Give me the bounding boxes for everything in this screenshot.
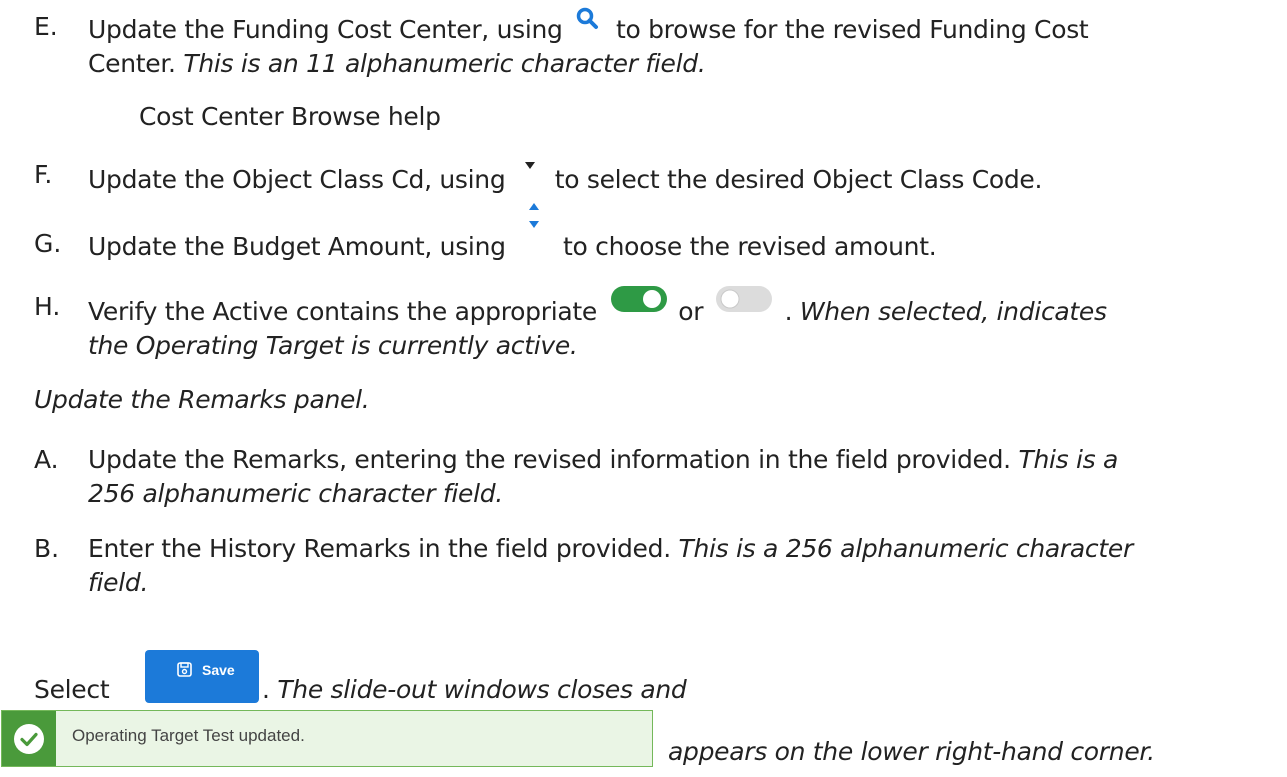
step-h-period: .	[784, 297, 793, 326]
spinner-arrows-icon	[513, 203, 555, 250]
success-toast: Operating Target Test updated.	[1, 710, 653, 767]
step-f-text-pre: Update the Object Class Cd, using	[88, 165, 506, 194]
search-icon	[570, 7, 608, 39]
toast-message: Operating Target Test updated.	[72, 726, 305, 745]
step-e-marker: E.	[34, 12, 58, 41]
final-step-text: . The slide-out windows closes and	[262, 673, 687, 707]
cost-center-browse-help-link[interactable]: Cost Center Browse help	[139, 100, 441, 134]
step-e-text-pre: Update the Funding Cost Center, using	[88, 15, 563, 44]
select-label: Select	[34, 675, 110, 704]
step-f-marker: F.	[34, 160, 53, 189]
step-b-marker: B.	[34, 534, 60, 563]
step-a-line2: 256 alphanumeric character field.	[88, 479, 503, 508]
step-h-or: or	[678, 297, 704, 326]
step-a-marker: A.	[34, 445, 59, 474]
step-b-line2: field.	[88, 568, 149, 597]
step-a-note-start: This is a	[1018, 445, 1119, 474]
final-step-note: The slide-out windows closes and	[277, 675, 687, 704]
save-button-label: Save	[202, 662, 235, 678]
toggle-off-icon	[711, 286, 777, 319]
step-e-line2: Center. This is an 11 alphanumeric chara…	[88, 47, 706, 81]
step-e-center-word: Center.	[88, 49, 176, 78]
step-b-note-start: This is a 256 alphanumeric character	[678, 534, 1134, 563]
trailing-note: appears on the lower right-hand corner.	[668, 737, 1155, 766]
step-h-note-start: When selected, indicates	[799, 297, 1107, 326]
step-g-line: Update the Budget Amount, using to choos…	[88, 203, 937, 264]
step-e-field-note: This is an 11 alphanumeric character fie…	[183, 49, 706, 78]
check-circle-icon	[13, 723, 45, 759]
step-e-text-post: to browse for the revised Funding Cost	[615, 15, 1089, 44]
toggle-on-icon	[605, 286, 671, 319]
step-e-line1: Update the Funding Cost Center, using to…	[88, 7, 1089, 47]
step-h-line1: Verify the Active contains the appropria…	[88, 286, 1107, 329]
final-step-period: .	[262, 675, 270, 704]
save-icon	[177, 662, 192, 680]
step-h-marker: H.	[34, 292, 61, 321]
remarks-heading: Update the Remarks panel.	[34, 385, 370, 414]
save-button[interactable]: Save	[145, 650, 259, 703]
step-g-marker: G.	[34, 229, 62, 258]
step-h-line2: the Operating Target is currently active…	[88, 331, 578, 360]
step-h-text-pre: Verify the Active contains the appropria…	[88, 297, 597, 326]
dropdown-arrow-icon	[513, 162, 547, 183]
step-a-text: Update the Remarks, entering the revised…	[88, 445, 1011, 474]
step-f-text-post: to select the desired Object Class Code.	[554, 165, 1043, 194]
step-g-text-post: to choose the revised amount.	[563, 232, 937, 261]
step-a-line1: Update the Remarks, entering the revised…	[88, 443, 1118, 477]
step-b-line1: Enter the History Remarks in the field p…	[88, 532, 1133, 566]
step-g-text-pre: Update the Budget Amount, using	[88, 232, 506, 261]
step-b-text: Enter the History Remarks in the field p…	[88, 534, 671, 563]
step-f-line: Update the Object Class Cd, using to sel…	[88, 162, 1043, 197]
